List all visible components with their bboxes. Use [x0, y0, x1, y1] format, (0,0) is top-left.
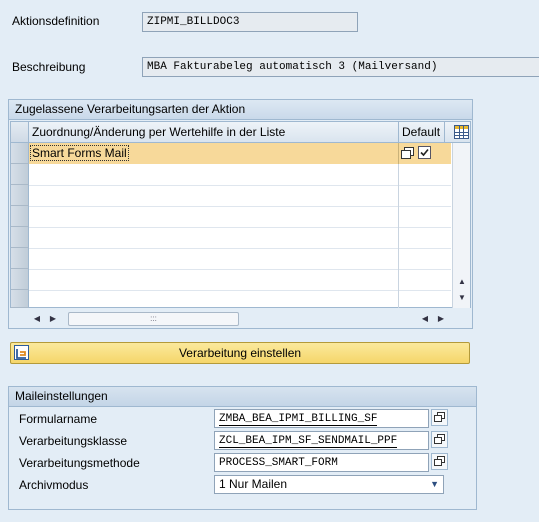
action-definition-field[interactable]: ZIPMI_BILLDOC3 — [142, 12, 358, 32]
configure-processing-button[interactable]: Verarbeitung einstellen — [10, 342, 470, 364]
processing-types-table: Zuordnung/Änderung per Wertehilfe in der… — [10, 121, 471, 308]
processing-class-value-help-icon[interactable] — [431, 431, 448, 448]
row-selector[interactable] — [11, 143, 29, 164]
processing-class-label: Verarbeitungsklasse — [19, 434, 128, 448]
table-row[interactable]: Smart Forms Mail — [29, 143, 451, 164]
chevron-down-icon[interactable]: ▼ — [430, 476, 439, 492]
archive-mode-label: Archivmodus — [19, 478, 89, 492]
scroll-left-icon[interactable]: ◀ — [418, 312, 432, 326]
archive-mode-value: 1 Nur Mailen — [219, 477, 288, 491]
screen: { "header": { "action_label": "Aktionsde… — [0, 0, 539, 522]
mail-settings-group: Maileinstellungen Formularname ZMBA_BEA_… — [8, 386, 477, 510]
form-name-field[interactable]: ZMBA_BEA_IPMI_BILLING_SF — [214, 409, 429, 428]
form-name-value-help-icon[interactable] — [431, 409, 448, 426]
vertical-scrollbar[interactable]: ▲ ▼ — [452, 143, 470, 308]
row-processing-type[interactable]: Smart Forms Mail — [30, 145, 129, 161]
processing-types-title: Zugelassene Verarbeitungsarten der Aktio… — [9, 100, 472, 120]
action-definition-label: Aktionsdefinition — [12, 14, 100, 28]
row-selector[interactable] — [11, 227, 29, 248]
configure-processing-label: Verarbeitung einstellen — [178, 346, 302, 360]
column-header-default[interactable]: Default — [402, 125, 440, 139]
scroll-thumb[interactable]: ::: — [68, 312, 239, 326]
processing-icon — [14, 345, 29, 360]
form-name-value: ZMBA_BEA_IPMI_BILLING_SF — [219, 413, 378, 426]
archive-mode-dropdown[interactable]: 1 Nur Mailen ▼ — [214, 475, 444, 494]
row-selector[interactable] — [11, 206, 29, 227]
row-selector[interactable] — [11, 290, 29, 308]
processing-class-field[interactable]: ZCL_BEA_IPM_SF_SENDMAIL_PPF — [214, 431, 429, 450]
processing-method-value-help-icon[interactable] — [431, 453, 448, 470]
processing-method-label: Verarbeitungsmethode — [19, 456, 140, 470]
mail-settings-title: Maileinstellungen — [9, 387, 476, 407]
row-selector[interactable] — [11, 269, 29, 290]
row-selector[interactable] — [11, 164, 29, 185]
table-header: Zuordnung/Änderung per Wertehilfe in der… — [11, 122, 470, 143]
select-all-cell[interactable] — [11, 122, 29, 142]
table-settings-icon[interactable] — [454, 125, 469, 139]
scroll-right-icon[interactable]: ▶ — [46, 312, 60, 326]
value-help-icon[interactable] — [401, 147, 414, 159]
description-label: Beschreibung — [12, 60, 86, 74]
processing-class-value: ZCL_BEA_IPM_SF_SENDMAIL_PPF — [219, 435, 398, 448]
default-checkbox[interactable] — [418, 146, 431, 159]
row-selector[interactable] — [11, 248, 29, 269]
scroll-right-icon[interactable]: ▶ — [434, 312, 448, 326]
scroll-up-icon[interactable]: ▲ — [455, 275, 469, 289]
column-header-assignment[interactable]: Zuordnung/Änderung per Wertehilfe in der… — [32, 125, 285, 139]
horizontal-scrollbar[interactable]: ◀ ▶ ::: ◀ ▶ — [10, 310, 471, 328]
scroll-left-icon[interactable]: ◀ — [30, 312, 44, 326]
row-selector[interactable] — [11, 185, 29, 206]
scroll-down-icon[interactable]: ▼ — [455, 291, 469, 305]
form-name-label: Formularname — [19, 412, 98, 426]
processing-method-field[interactable]: PROCESS_SMART_FORM — [214, 453, 429, 472]
description-field[interactable]: MBA Fakturabeleg automatisch 3 (Mailvers… — [142, 57, 539, 77]
processing-types-group: Zugelassene Verarbeitungsarten der Aktio… — [8, 99, 473, 329]
